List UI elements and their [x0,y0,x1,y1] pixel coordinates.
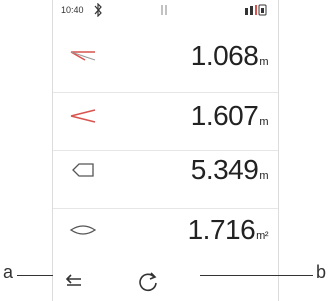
callout-a: a [3,262,14,282]
bottom-toolbar [53,258,278,301]
battery-icon [245,4,267,16]
area-icon [69,225,97,235]
measurement-row-1: 1.068m [53,34,278,94]
measurement-row-3: 5.349m [53,150,278,210]
antenna-icon [161,5,167,15]
distance-single-icon [70,51,96,61]
perimeter-icon [72,163,94,177]
measurement-value-1: 1.068m [190,40,269,71]
device-screen: 10:40 1.068m 1.607m 5.349m 1.716m² [52,0,279,301]
measurement-value-4: 1.716m² [187,214,269,245]
callout-line-b [200,275,313,276]
measurement-value-3: 5.349m [190,154,269,185]
callout-b: b [316,262,327,282]
callout-line-a [17,275,53,276]
refresh-icon[interactable] [131,265,165,299]
status-bar: 10:40 [53,0,278,22]
back-arrow-icon[interactable] [57,265,91,299]
distance-min-max-icon [70,109,96,123]
measurement-value-2: 1.607m [190,100,269,131]
bluetooth-icon [94,3,102,17]
measurement-row-2: 1.607m [53,92,278,152]
status-time: 10:40 [61,5,84,15]
